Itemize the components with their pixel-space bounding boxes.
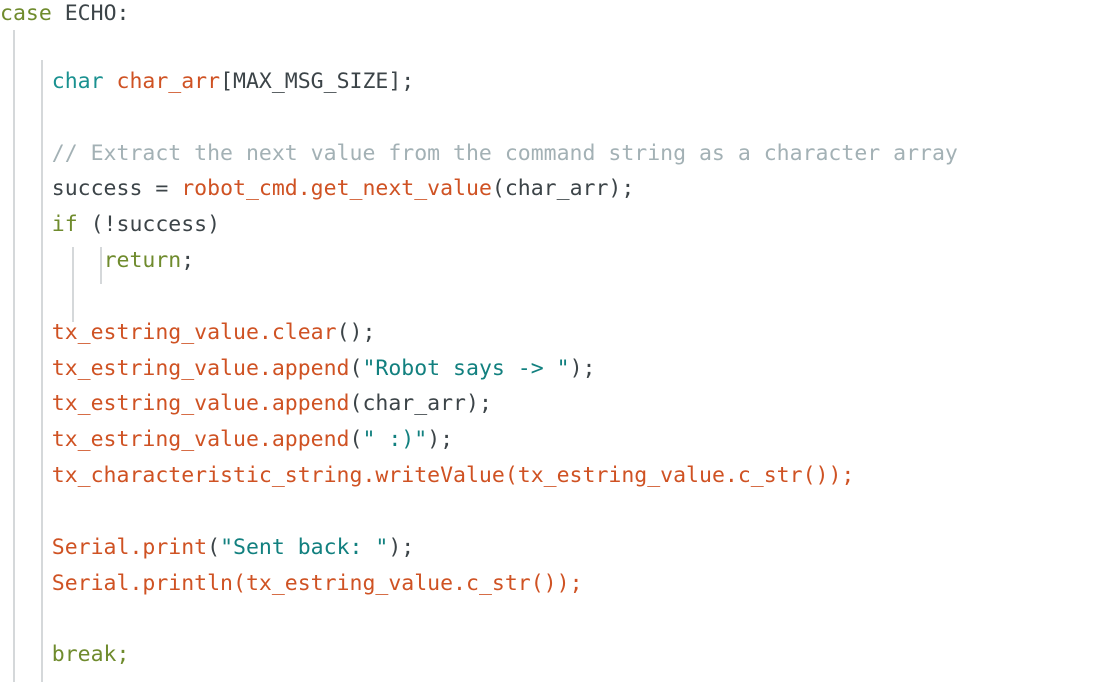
code-snippet-block: case ECHO: char char_arr[MAX_MSG_SIZE]; …	[0, 0, 1094, 686]
keyword-if: if	[51, 212, 78, 238]
close-paren: );	[427, 427, 454, 453]
close-paren: );	[466, 391, 492, 417]
open-paren: (	[349, 391, 363, 417]
code-line-blank-4	[0, 494, 1094, 530]
open-paren: (	[207, 534, 221, 560]
open-paren: (	[233, 570, 246, 596]
open-paren: (	[349, 427, 363, 453]
keyword-break: break	[51, 642, 117, 668]
call-append: tx_estring_value.append	[51, 391, 350, 417]
label-echo: ECHO:	[64, 1, 130, 26]
code-line-blank-3	[0, 279, 1094, 315]
call-append: tx_estring_value.append	[51, 355, 350, 381]
close-paren: );	[569, 355, 596, 381]
code-line-14: break;	[0, 637, 1094, 673]
string-robot-says: "Robot says -> "	[362, 355, 570, 381]
semicolon: ;	[181, 248, 195, 274]
string-sent-back: "Sent back: "	[220, 534, 389, 560]
code-line-3: // Extract the next value from the comma…	[0, 136, 1094, 172]
call-args: ();	[336, 319, 376, 345]
call-append: tx_estring_value.append	[51, 427, 350, 453]
code-line-8: tx_estring_value.append("Robot says -> "…	[0, 351, 1094, 387]
code-line-13: Serial.println(tx_estring_value.c_str())…	[0, 566, 1094, 602]
type-char: char	[51, 68, 104, 94]
code-line-11: tx_characteristic_string.writeValue(tx_e…	[0, 458, 1094, 494]
open-paren: (	[349, 355, 363, 381]
code-line-blank-1	[0, 28, 1094, 64]
code-line-10: tx_estring_value.append(" :)");	[0, 422, 1094, 458]
code-line-4: success = robot_cmd.get_next_value(char_…	[0, 171, 1094, 207]
close-paren: ());	[530, 570, 583, 596]
code-line-6: return;	[0, 243, 1094, 279]
semicolon: ;	[116, 642, 130, 668]
code-line-12: Serial.print("Sent back: ");	[0, 530, 1094, 566]
close-paren: ());	[802, 463, 855, 489]
code-line-9: tx_estring_value.append(char_arr);	[0, 386, 1094, 422]
keyword-case: case	[0, 1, 52, 26]
code-line-blank-2	[0, 100, 1094, 136]
call-serial-println: Serial.println	[51, 570, 233, 596]
call-args: (char_arr);	[491, 176, 635, 202]
call-c-str: tx_estring_value.c_str	[517, 463, 803, 489]
code-line-blank-5	[0, 602, 1094, 638]
comment-extract-value: // Extract the next value from the comma…	[51, 140, 958, 166]
string-smiley: " :)"	[362, 427, 428, 453]
open-paren: (	[504, 463, 518, 489]
call-clear: tx_estring_value.clear	[51, 319, 337, 345]
variable-char-arr: char_arr	[116, 68, 221, 94]
close-paren: );	[388, 534, 415, 560]
call-get-next-value: robot_cmd.get_next_value	[181, 176, 492, 202]
call-c-str: tx_estring_value.c_str	[245, 570, 531, 596]
code-lines: case ECHO: char char_arr[MAX_MSG_SIZE]; …	[0, 0, 1094, 673]
call-serial-print: Serial.print	[51, 534, 208, 560]
array-size-suffix: [MAX_MSG_SIZE];	[220, 68, 415, 94]
code-line-5: if (!success)	[0, 207, 1094, 243]
keyword-return: return	[103, 248, 182, 274]
if-condition: (!success)	[77, 212, 221, 238]
argument-char-arr: char_arr	[362, 391, 467, 417]
code-line-2: char char_arr[MAX_MSG_SIZE];	[0, 64, 1094, 100]
code-line-1: case ECHO:	[0, 0, 1094, 28]
assignment-success: success =	[51, 176, 182, 202]
call-write-value: tx_characteristic_string.writeValue	[51, 463, 505, 489]
code-line-7: tx_estring_value.clear();	[0, 315, 1094, 351]
